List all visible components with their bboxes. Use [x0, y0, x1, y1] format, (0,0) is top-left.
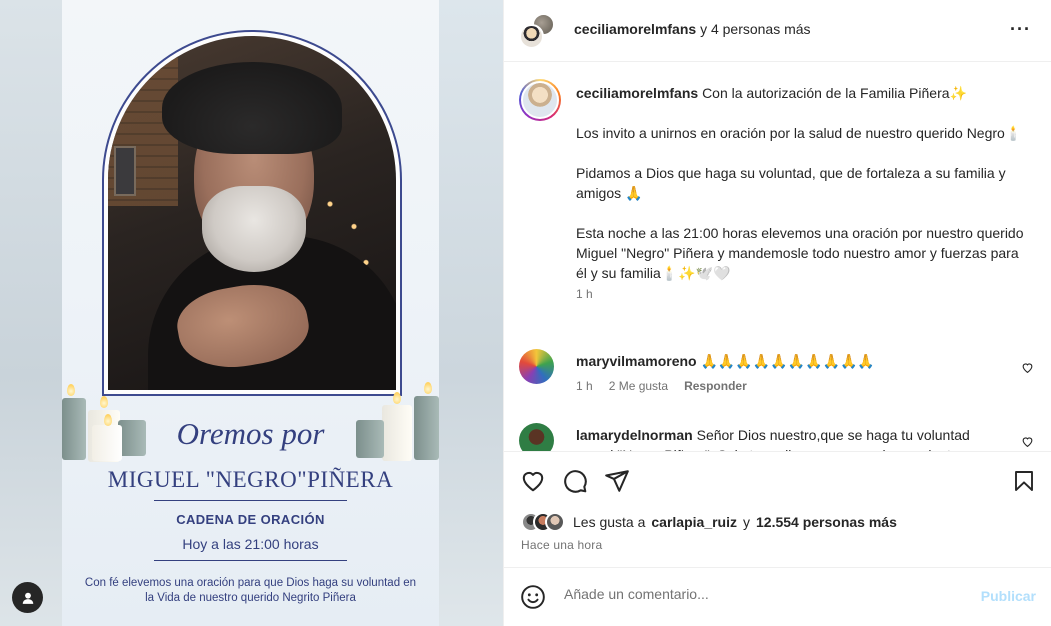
- caption-time[interactable]: 1 h: [576, 287, 593, 301]
- card-divider: [154, 560, 347, 561]
- collab-avatars[interactable]: [519, 13, 559, 49]
- avatar[interactable]: [519, 79, 561, 121]
- like-heart-icon[interactable]: [520, 468, 546, 494]
- user-icon: [22, 592, 33, 604]
- comment-username[interactable]: lamarydelnorman: [576, 427, 693, 443]
- card-title-script: Oremos por: [176, 416, 325, 451]
- user-tag-button[interactable]: [12, 582, 43, 613]
- avatar[interactable]: [519, 349, 554, 384]
- media-blur-left: [0, 0, 62, 626]
- comment-likes[interactable]: 2 Me gusta: [609, 379, 668, 393]
- reply-button[interactable]: Responder: [684, 379, 747, 393]
- portrait-photo: [108, 36, 396, 390]
- card-time: Hoy a las 21:00 horas: [182, 536, 319, 552]
- action-bar: Les gusta a carlapia_ruiz y 12.554 perso…: [504, 451, 1051, 567]
- likes-user[interactable]: carlapia_ruiz: [651, 514, 737, 530]
- post-header: ceciliamorelmfans y 4 personas más ···: [504, 0, 1051, 62]
- comment-input[interactable]: [564, 586, 964, 602]
- post-side-panel: ceciliamorelmfans y 4 personas más ··· c…: [503, 0, 1051, 626]
- card-name: MIGUEL "NEGRO"PIÑERA: [107, 467, 394, 492]
- emoji-icon[interactable]: [520, 584, 546, 610]
- comment-username[interactable]: maryvilmamoreno: [576, 353, 697, 369]
- caption-username[interactable]: ceciliamorelmfans: [576, 85, 698, 101]
- comment-text: 🙏🙏🙏🙏🙏🙏🙏🙏🙏🙏: [700, 353, 875, 369]
- likes-middle: y: [743, 514, 750, 530]
- header-username[interactable]: ceciliamorelmfans: [574, 21, 696, 37]
- card-divider: [154, 500, 347, 501]
- post-media[interactable]: Oremos por MIGUEL "NEGRO"PIÑERA CADENA D…: [0, 0, 503, 626]
- prayer-card: Oremos por MIGUEL "NEGRO"PIÑERA CADENA D…: [62, 0, 439, 626]
- media-blur-right: [439, 0, 503, 626]
- avatar[interactable]: [519, 24, 544, 49]
- post-timestamp[interactable]: Hace una hora: [521, 538, 602, 552]
- comment-icon[interactable]: [562, 468, 588, 494]
- likes-summary: Les gusta a carlapia_ruiz y 12.554 perso…: [521, 512, 897, 532]
- heart-outline-icon[interactable]: [1021, 361, 1034, 374]
- likes-count[interactable]: 12.554 personas más: [756, 514, 897, 530]
- publish-button[interactable]: Publicar: [981, 588, 1036, 604]
- caption-text: Con la autorización de la Familia Piñera…: [576, 85, 1024, 281]
- more-horizontal-icon[interactable]: ···: [1010, 20, 1031, 38]
- likes-prefix: Les gusta a: [573, 514, 646, 530]
- liker-avatars[interactable]: [521, 512, 565, 532]
- photo-arch: [102, 30, 402, 396]
- comment-time[interactable]: 1 h: [576, 379, 593, 393]
- heart-outline-icon[interactable]: [1021, 435, 1034, 448]
- avatar[interactable]: [545, 512, 565, 532]
- bookmark-icon[interactable]: [1012, 468, 1036, 494]
- comments-list[interactable]: ceciliamorelmfans Con la autorización de…: [504, 63, 1051, 451]
- share-icon[interactable]: [604, 468, 630, 494]
- header-title: ceciliamorelmfans y 4 personas más: [574, 21, 811, 37]
- card-subtitle: CADENA DE ORACIÓN: [176, 512, 325, 527]
- comment-composer: Publicar: [504, 567, 1051, 626]
- avatar[interactable]: [519, 423, 554, 451]
- card-footer: Con fé elevemos una oración para que Dio…: [84, 577, 417, 604]
- header-collaborators[interactable]: y 4 personas más: [700, 21, 811, 37]
